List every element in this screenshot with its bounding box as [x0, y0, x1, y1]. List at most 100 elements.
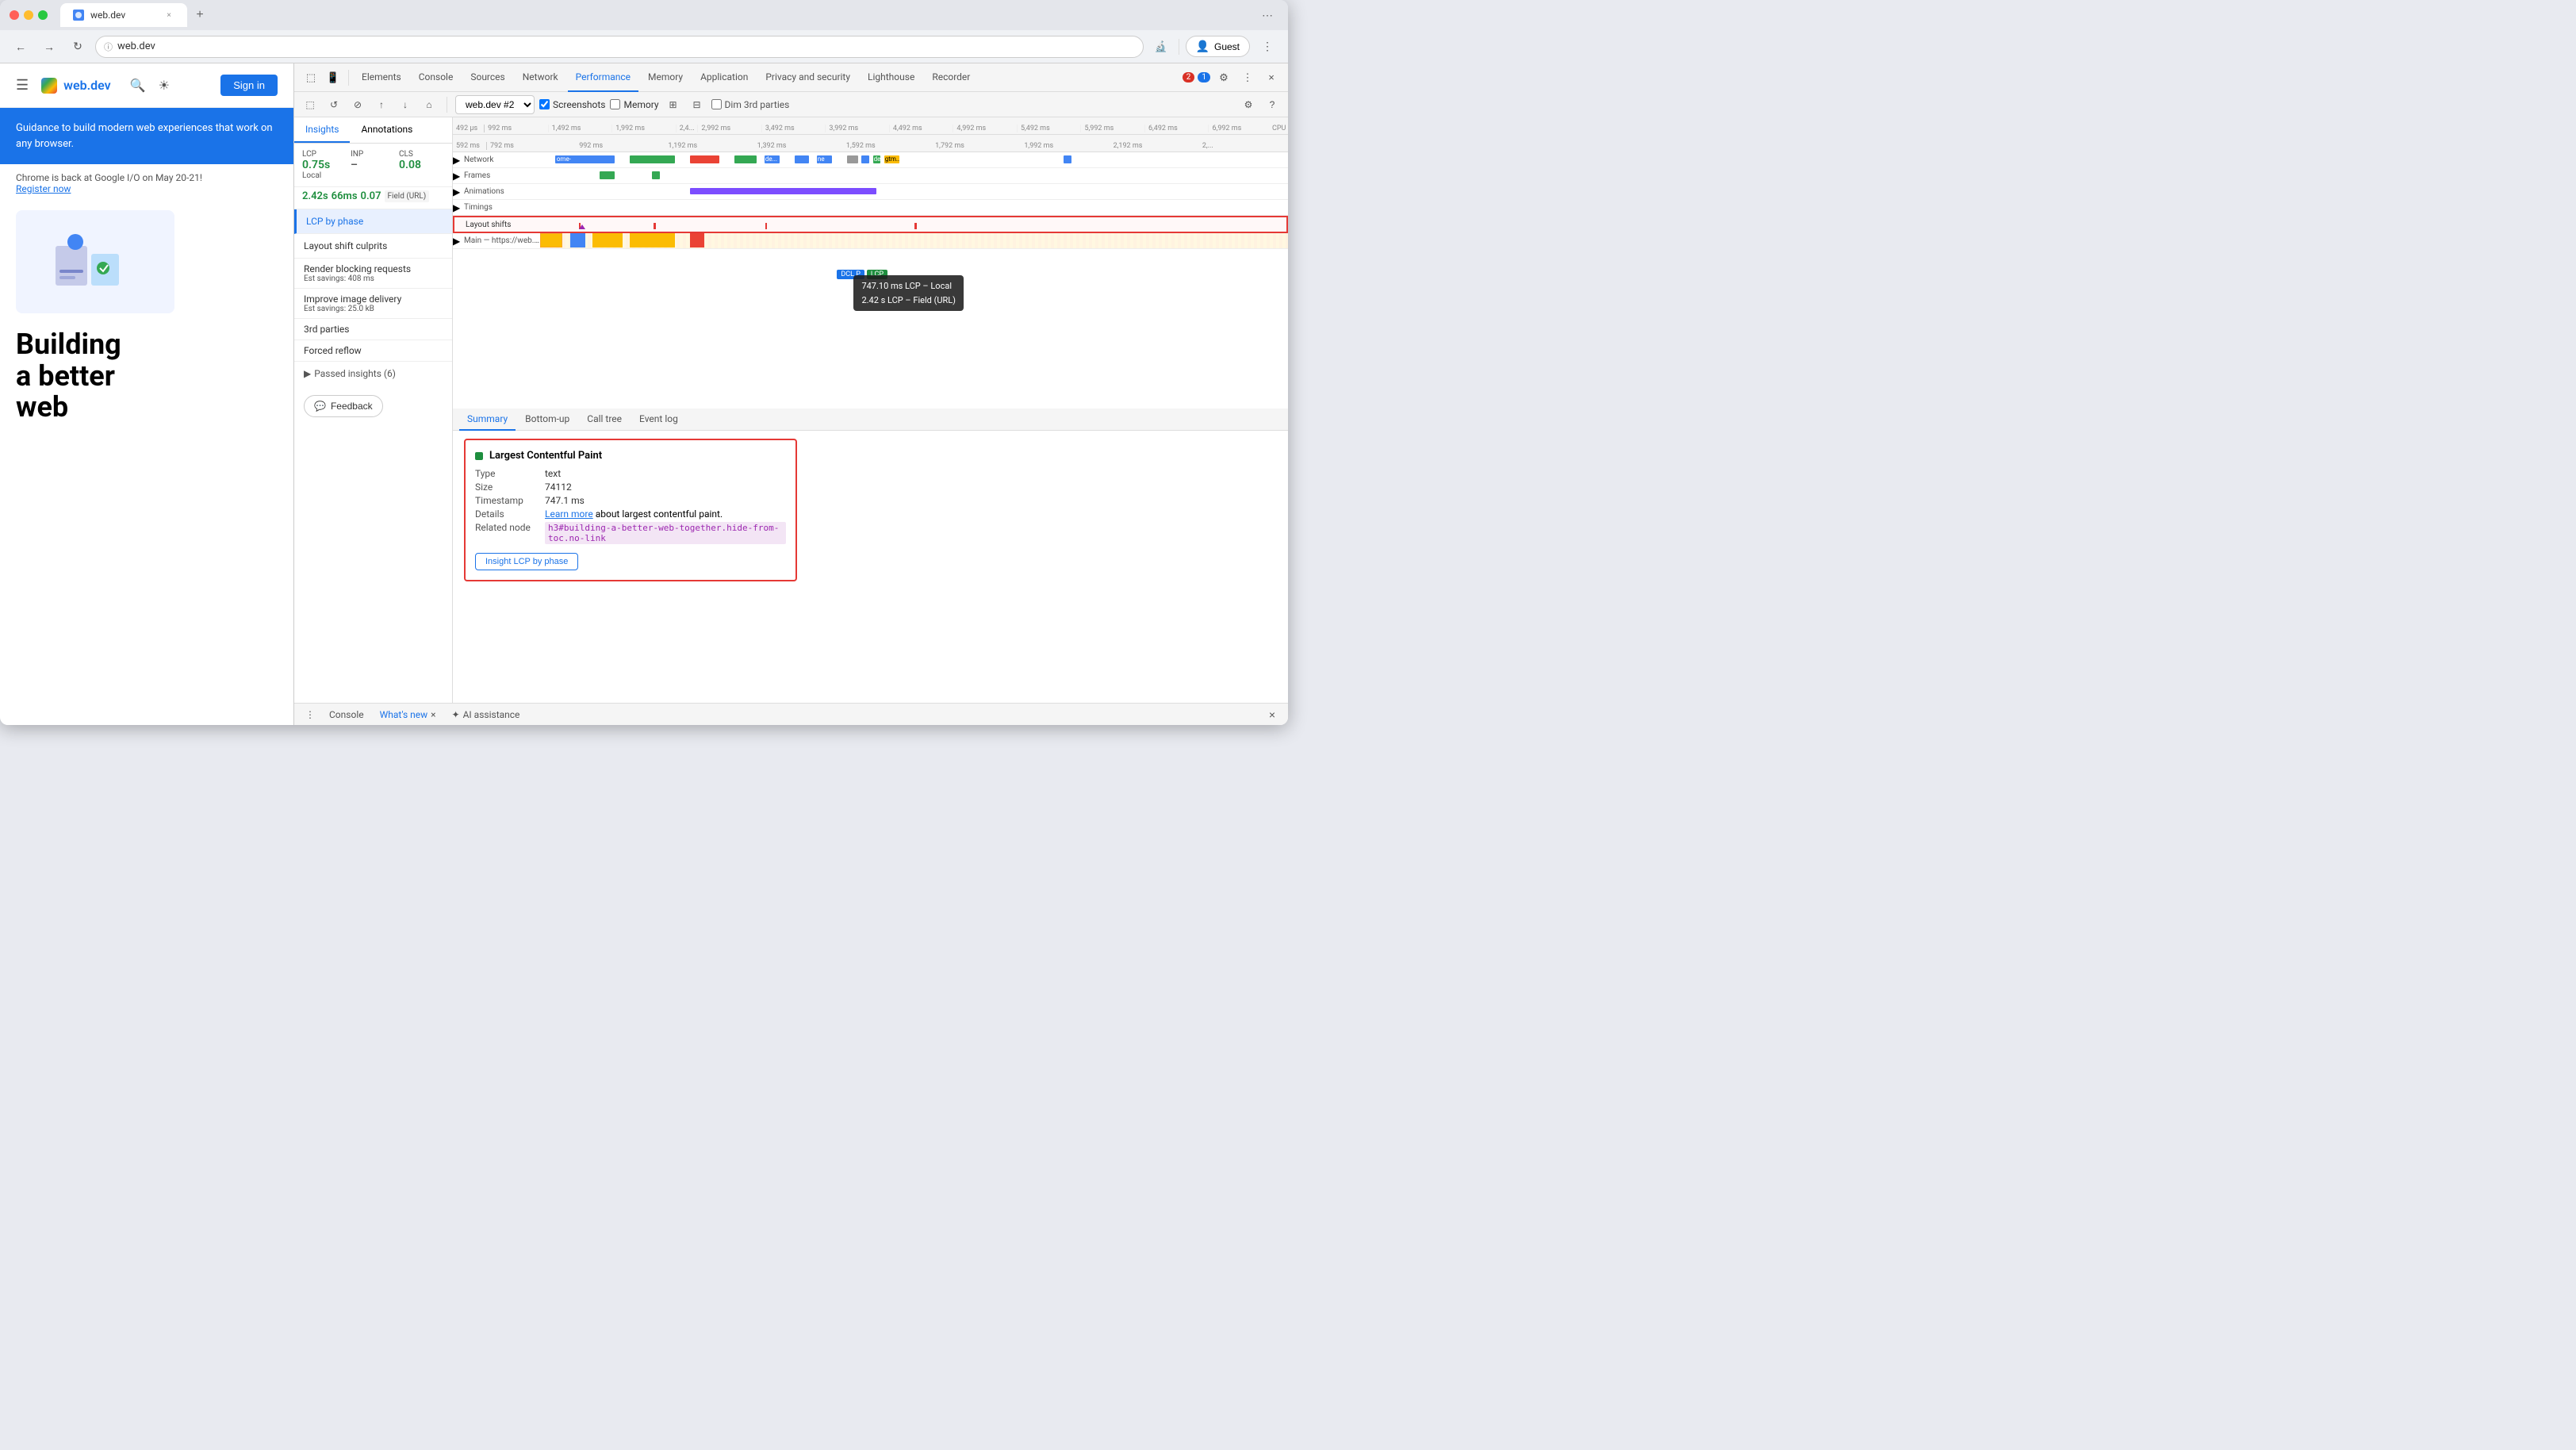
forward-button[interactable]: →	[38, 36, 60, 58]
bottom-console-tab[interactable]: Console	[323, 704, 370, 726]
size-val: 74112	[545, 481, 572, 493]
net-bar-3	[690, 155, 720, 163]
search-icon[interactable]: 🔍	[130, 78, 146, 93]
maximize-window-button[interactable]	[38, 10, 48, 20]
capture-button[interactable]: ⊟	[688, 95, 707, 114]
close-window-button[interactable]	[10, 10, 19, 20]
related-node[interactable]: h3#building-a-better-web-together.hide-f…	[545, 522, 786, 544]
refresh-button[interactable]: ↻	[67, 36, 89, 58]
whats-new-close-icon[interactable]: ×	[431, 709, 435, 720]
tab-annotations[interactable]: Annotations	[350, 117, 424, 143]
settings-button[interactable]: ⚙	[1213, 67, 1234, 88]
timings-expand[interactable]: ▶	[453, 202, 461, 213]
inp-value: –	[351, 159, 396, 171]
bottom-more-icon[interactable]: ⋮	[301, 705, 320, 724]
tab-console[interactable]: Console	[411, 63, 462, 92]
ruler-mark-3: 1,992 ms	[612, 125, 677, 132]
session-select[interactable]: web.dev #2	[455, 95, 535, 114]
close-bottom-bar-button[interactable]: ×	[1263, 705, 1282, 724]
tab-application[interactable]: Application	[692, 63, 756, 92]
tab-privacy[interactable]: Privacy and security	[757, 63, 858, 92]
address-bar[interactable]: ⓘ web.dev	[95, 36, 1144, 58]
bottom-whats-new-tab[interactable]: What's new ×	[374, 709, 443, 720]
insight-layout-shift-culprits[interactable]: Layout shift culprits	[294, 234, 452, 259]
tab-memory[interactable]: Memory	[640, 63, 691, 92]
whats-new-label: What's new	[380, 709, 428, 720]
tab-elements-label: Elements	[362, 71, 401, 82]
record-button[interactable]: ⬚	[301, 95, 320, 114]
download-button[interactable]: ↓	[396, 95, 415, 114]
tab-bottom-up[interactable]: Bottom-up	[517, 409, 577, 431]
summary-label: Summary	[467, 413, 508, 424]
guest-button[interactable]: 👤 Guest	[1186, 36, 1250, 57]
upload-button[interactable]: ↑	[372, 95, 391, 114]
promo-link[interactable]: Register now	[16, 183, 71, 194]
tab-performance[interactable]: Performance	[568, 63, 638, 92]
screenshots-checkbox[interactable]	[539, 99, 550, 109]
lcp-field-value: 2.42s	[302, 190, 328, 202]
devtools-icon-button[interactable]: 🔬	[1150, 36, 1172, 58]
flame-4	[630, 233, 675, 247]
layout-shifts-label: Layout shifts	[454, 221, 542, 229]
logo-icon	[41, 78, 57, 94]
signin-label: Sign in	[233, 79, 265, 91]
new-tab-button[interactable]: +	[190, 6, 209, 25]
minimize-window-button[interactable]	[24, 10, 33, 20]
passed-label: Passed insights (6)	[314, 368, 396, 379]
ls-bar-3	[765, 223, 767, 229]
error-badge: 2	[1183, 72, 1195, 82]
feedback-label: Feedback	[331, 401, 373, 412]
tab-call-tree[interactable]: Call tree	[579, 409, 630, 431]
hamburger-icon[interactable]: ☰	[16, 77, 29, 94]
tab-lighthouse[interactable]: Lighthouse	[860, 63, 922, 92]
insight-btn-label: Insight LCP by phase	[485, 557, 568, 566]
tab-insights[interactable]: Insights	[294, 117, 350, 143]
devtools-element-picker[interactable]: ⬚	[301, 67, 321, 88]
perf-settings-button[interactable]: ⚙	[1239, 95, 1258, 114]
tab-event-log[interactable]: Event log	[631, 409, 686, 431]
tab-sources[interactable]: Sources	[462, 63, 512, 92]
tab-recorder[interactable]: Recorder	[924, 63, 978, 92]
main-expand[interactable]: ▶	[453, 236, 461, 247]
insight-render-blocking[interactable]: Render blocking requests Est savings: 40…	[294, 259, 452, 289]
tab-network[interactable]: Network	[515, 63, 566, 92]
tab-elements[interactable]: Elements	[354, 63, 409, 92]
insight-image-delivery[interactable]: Improve image delivery Est savings: 25.0…	[294, 289, 452, 319]
theme-icon[interactable]: ☀	[159, 78, 170, 93]
insight-lcp-by-phase[interactable]: LCP by phase	[294, 209, 452, 234]
tab-summary[interactable]: Summary	[459, 409, 516, 431]
passed-insights-header[interactable]: ▶ Passed insights (6)	[294, 362, 452, 386]
tab-close-button[interactable]: ×	[163, 10, 174, 21]
track-expand-icon[interactable]: ▶	[453, 155, 461, 166]
browser-menu-button[interactable]: ⋮	[1256, 36, 1278, 58]
bottom-ai-tab[interactable]: ✦ AI assistance	[446, 709, 527, 720]
insight-lcp-button[interactable]: Insight LCP by phase	[475, 553, 578, 570]
perf-help-button[interactable]: ?	[1263, 95, 1282, 114]
reload-record-button[interactable]: ↺	[324, 95, 343, 114]
insight-forced-reflow[interactable]: Forced reflow	[294, 340, 452, 362]
devtools-device-mode[interactable]: 📱	[323, 67, 343, 88]
memory-icon-button[interactable]: ⊞	[664, 95, 683, 114]
feedback-button[interactable]: 💬 Feedback	[304, 395, 383, 417]
field-metrics-row: 2.42s 66ms 0.07 Field (URL)	[294, 187, 452, 209]
tab-lighthouse-label: Lighthouse	[868, 71, 914, 82]
insight-3rd-parties[interactable]: 3rd parties	[294, 319, 452, 340]
home-button[interactable]: ⌂	[420, 95, 439, 114]
memory-checkbox[interactable]	[610, 99, 620, 109]
close-devtools-button[interactable]: ×	[1261, 67, 1282, 88]
window-menu-button[interactable]: ⋯	[1256, 4, 1278, 26]
lcp-title-text: Largest Contentful Paint	[489, 450, 602, 462]
dim-3rd-checkbox[interactable]	[711, 99, 722, 109]
track-network-label: Network	[461, 155, 540, 164]
frames-expand[interactable]: ▶	[453, 171, 461, 182]
signin-button[interactable]: Sign in	[220, 75, 278, 96]
learn-more-link[interactable]: Learn more	[545, 508, 593, 520]
more-tools-button[interactable]: ⋮	[1237, 67, 1258, 88]
ruler2-m1: 792 ms	[487, 142, 576, 150]
back-button[interactable]: ←	[10, 36, 32, 58]
clear-button[interactable]: ⊘	[348, 95, 367, 114]
ruler-mark-8: 4,492 ms	[890, 125, 954, 132]
animations-expand[interactable]: ▶	[453, 186, 461, 198]
track-frames: ▶ Frames	[453, 168, 1288, 184]
browser-tab-webdev[interactable]: web.dev ×	[60, 3, 187, 27]
